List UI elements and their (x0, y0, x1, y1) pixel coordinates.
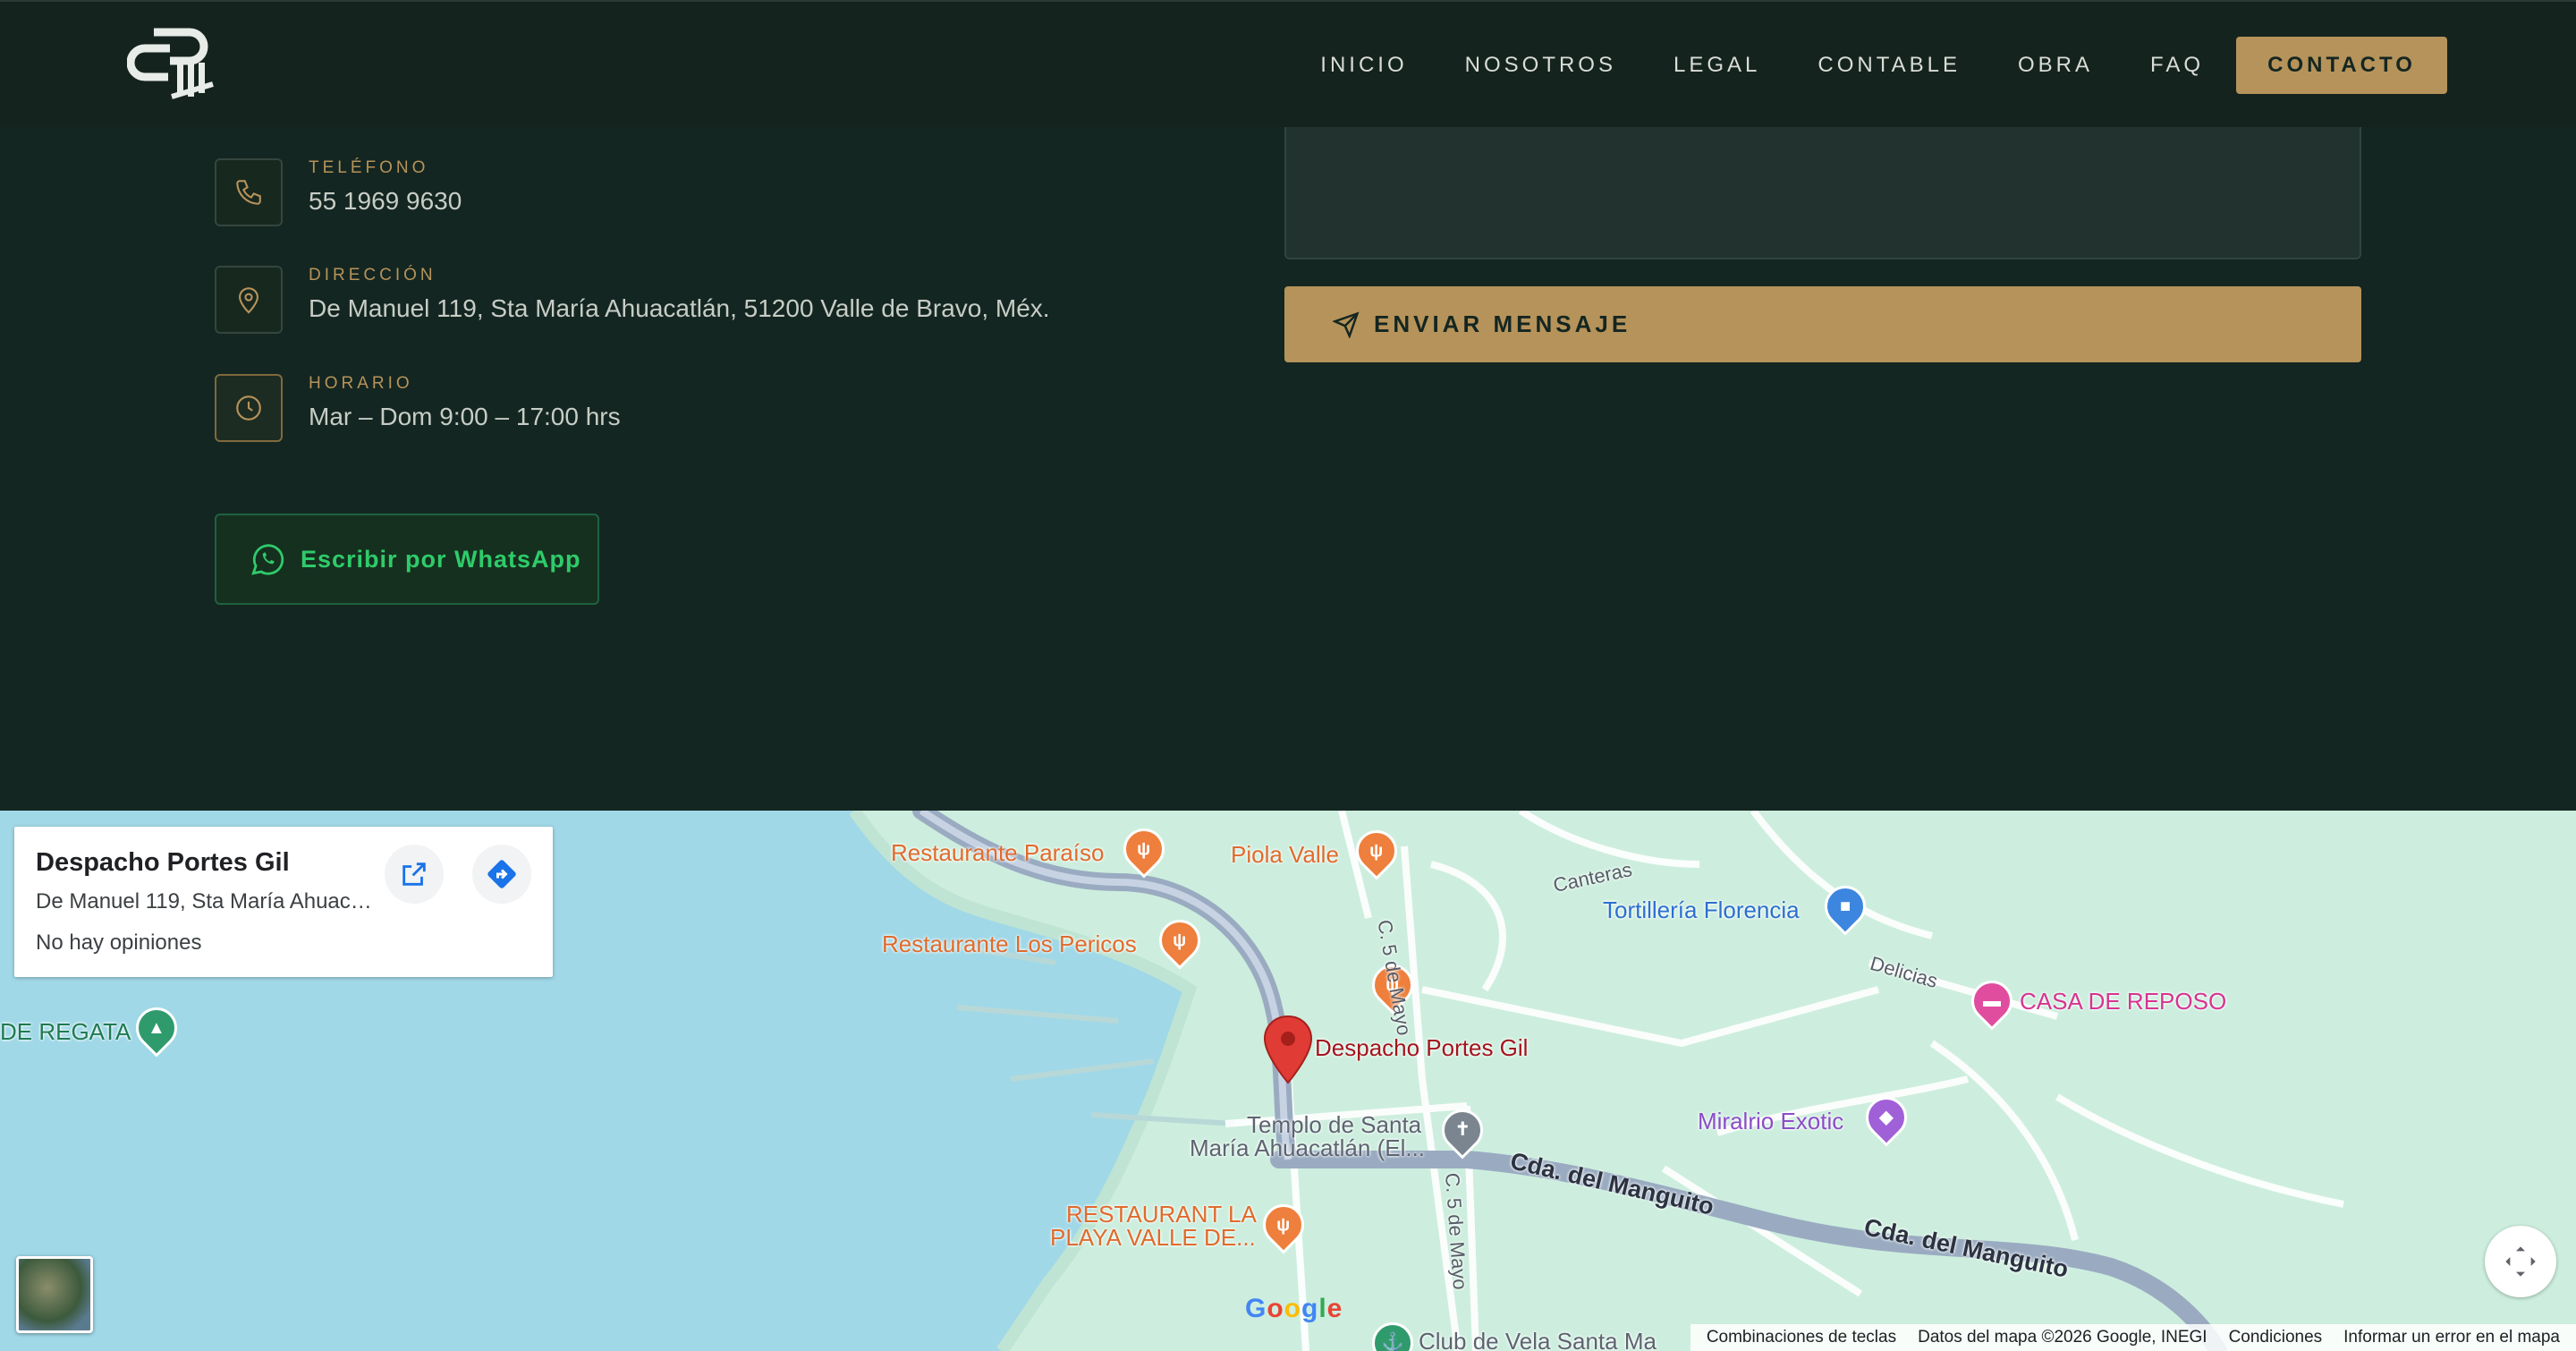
location-pin-icon (215, 266, 283, 334)
nav-link-obra[interactable]: OBRA (2018, 53, 2093, 78)
directions-button[interactable] (472, 845, 531, 904)
place-card: Despacho Portes Gil De Manuel 119, Sta M… (14, 827, 553, 977)
nav-link-nosotros[interactable]: NOSOTROS (1465, 53, 1616, 78)
address-value: De Manuel 119, Sta María Ahuacatlán, 512… (309, 294, 1050, 322)
map-label-paraiso[interactable]: Restaurante Paraíso (891, 839, 1104, 867)
map-label-club-vela[interactable]: Club de Vela Santa Ma (1419, 1328, 1657, 1351)
keyboard-shortcuts-link[interactable]: Combinaciones de teclas (1707, 1328, 1896, 1347)
terms-link[interactable]: Condiciones (2229, 1328, 2323, 1347)
map-data-credit: Datos del mapa ©2026 Google, INEGI (1918, 1328, 2207, 1347)
google-logo: Google (1245, 1294, 1343, 1323)
satellite-toggle[interactable] (16, 1256, 93, 1333)
logo-mark (126, 28, 214, 99)
fullscreen-icon (2505, 1246, 2536, 1277)
address-label: DIRECCIÓN (309, 266, 436, 285)
map-label-regata[interactable]: DE REGATA (0, 1018, 131, 1046)
whatsapp-label: Escribir por WhatsApp (301, 545, 581, 573)
top-nav: INICIO NOSOTROS LEGAL CONTABLE OBRA FAQ … (0, 0, 2576, 127)
map-label-miralrio[interactable]: Miralrio Exotic (1698, 1108, 1843, 1135)
fullscreen-button[interactable] (2485, 1226, 2556, 1297)
nav-links: INICIO NOSOTROS LEGAL CONTABLE OBRA FAQ … (1320, 2, 2576, 129)
phone-icon (215, 158, 283, 226)
whatsapp-icon (251, 544, 284, 575)
send-message-button[interactable]: ENVIAR MENSAJE (1284, 286, 2361, 362)
hours-value: Mar – Dom 9:00 – 17:00 hrs (309, 403, 621, 430)
message-textarea[interactable] (1284, 127, 2361, 259)
directions-icon (487, 860, 516, 888)
place-card-reviews[interactable]: No hay opiniones (36, 930, 201, 956)
map-label-casa-reposo[interactable]: CASA DE REPOSO (2020, 988, 2226, 1015)
phone-value: 55 1969 9630 (309, 187, 462, 215)
map-label-templo-2[interactable]: María Ahuacatlán (El... (1190, 1134, 1425, 1162)
map-label-tortilleria[interactable]: Tortillería Florencia (1603, 896, 1800, 924)
send-message-label: ENVIAR MENSAJE (1374, 310, 1631, 337)
logo[interactable] (126, 27, 224, 104)
nav-link-legal[interactable]: LEGAL (1674, 53, 1760, 78)
contacto-button[interactable]: CONTACTO (2236, 37, 2447, 94)
map-label-despacho[interactable]: Despacho Portes Gil (1315, 1034, 1528, 1062)
hours-label: HORARIO (309, 374, 413, 393)
clock-icon (215, 374, 283, 442)
map-label-playa-2[interactable]: PLAYA VALLE DE... (1050, 1224, 1256, 1252)
phone-label: TELÉFONO (309, 158, 429, 177)
external-link-icon (402, 862, 426, 886)
nav-link-faq[interactable]: FAQ (2150, 53, 2204, 78)
whatsapp-button[interactable]: Escribir por WhatsApp (215, 514, 599, 605)
map-attribution: Combinaciones de teclas Datos del mapa ©… (1690, 1324, 2576, 1351)
despacho-map-pin-icon[interactable] (1263, 1015, 1313, 1084)
map-label-piola[interactable]: Piola Valle (1231, 841, 1339, 869)
open-in-maps-button[interactable] (385, 845, 444, 904)
embedded-map[interactable]: DE REGATA ▲ Restaurante Paraíso ψ Piola … (0, 811, 2576, 1351)
nav-link-inicio[interactable]: INICIO (1320, 53, 1407, 78)
report-error-link[interactable]: Informar un error en el mapa (2343, 1328, 2560, 1347)
place-card-address: De Manuel 119, Sta María Ahuacatlán, 512… (36, 889, 376, 913)
nav-link-contable[interactable]: CONTABLE (1818, 53, 1961, 78)
send-icon (1333, 310, 1360, 338)
map-label-pericos[interactable]: Restaurante Los Pericos (882, 930, 1137, 958)
place-card-name: Despacho Portes Gil (36, 848, 290, 877)
